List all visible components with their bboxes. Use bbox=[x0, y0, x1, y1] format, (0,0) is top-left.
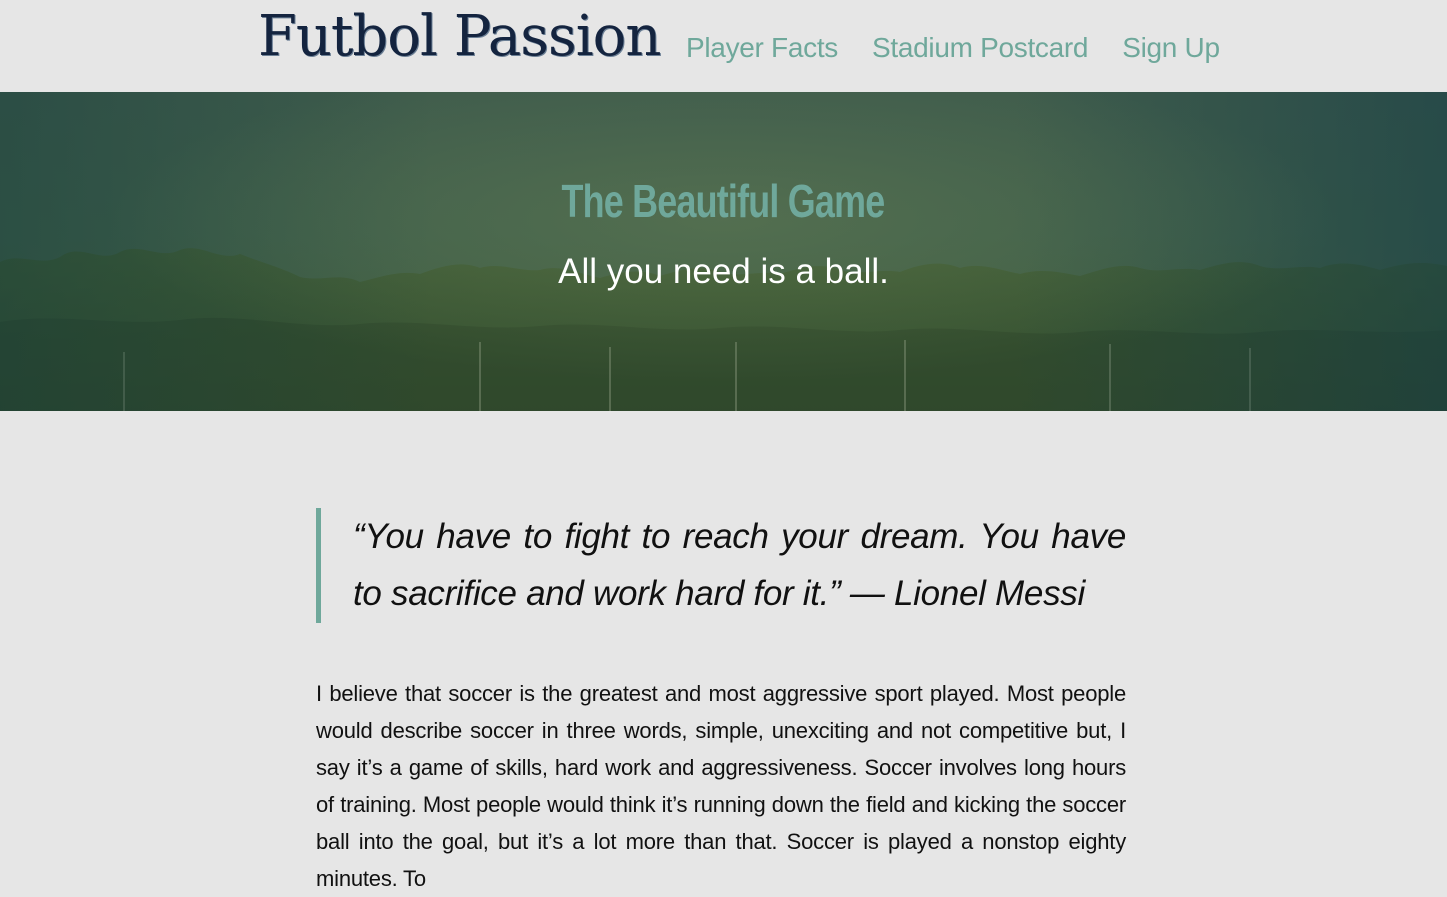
main-content: “You have to fight to reach your dream. … bbox=[316, 508, 1126, 897]
hero-title: The Beautiful Game bbox=[561, 175, 886, 227]
nav-sign-up[interactable]: Sign Up bbox=[1122, 32, 1220, 64]
hero-subtitle: All you need is a ball. bbox=[558, 252, 889, 291]
site-header: Futbol Passion Player Facts Stadium Post… bbox=[0, 0, 1447, 92]
intro-paragraph: I believe that soccer is the greatest an… bbox=[316, 681, 1126, 891]
nav-stadium-postcard[interactable]: Stadium Postcard bbox=[872, 32, 1089, 64]
messi-quote: “You have to fight to reach your dream. … bbox=[316, 508, 1126, 623]
main-nav: Player Facts Stadium Postcard Sign Up bbox=[686, 32, 1220, 64]
hero-banner: The Beautiful Game All you need is a bal… bbox=[0, 92, 1447, 411]
nav-player-facts[interactable]: Player Facts bbox=[686, 32, 838, 64]
site-logo[interactable]: Futbol Passion bbox=[258, 4, 661, 69]
